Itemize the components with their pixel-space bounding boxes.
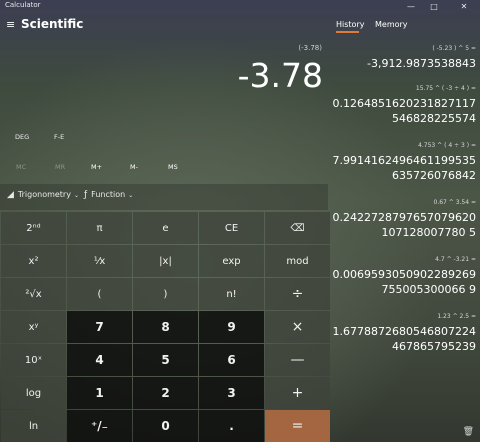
expression-display: (-3.78) [298, 44, 322, 52]
mode-title: Scientific [21, 17, 84, 31]
maximize-button[interactable]: □ [423, 0, 445, 14]
clear-entry-button[interactable]: CE [199, 212, 264, 244]
history-item[interactable]: 4.753 ^ ( 4 ÷ 3 ) = 7.991416249646119953… [326, 142, 476, 183]
tab-history[interactable]: History [336, 20, 364, 29]
history-item[interactable]: ( -5.23 ) ^ 5 = -3,912.9873538843 [326, 45, 476, 71]
absolute-value-button[interactable]: |x| [133, 245, 198, 277]
reciprocal-button[interactable]: ¹⁄x [67, 245, 132, 277]
tab-memory[interactable]: Memory [375, 20, 408, 29]
chevron-down-icon: ⌄ [128, 192, 134, 199]
result-display: -3.78 [237, 56, 323, 95]
second-function-button[interactable]: 2ⁿᵈ [1, 212, 66, 244]
history-item[interactable]: 0.67 ^ 3.54 = 0.242272879765707962010712… [326, 199, 476, 240]
trigonometry-label: Trigonometry [17, 190, 71, 199]
ten-power-button[interactable]: 10ˣ [1, 344, 66, 376]
hamburger-menu-icon[interactable]: ≡ [6, 19, 15, 30]
app-title: Calculator [5, 1, 41, 9]
subtract-button[interactable]: — [265, 344, 330, 376]
add-button[interactable]: + [265, 377, 330, 409]
square-button[interactable]: x² [1, 245, 66, 277]
open-paren-button[interactable]: ( [67, 278, 132, 310]
history-expression: 15.75 ^ ( -3 ÷ 4 ) = [415, 85, 476, 92]
minimize-button[interactable]: — [400, 0, 422, 14]
factorial-button[interactable]: n! [199, 278, 264, 310]
digit-1-button[interactable]: 1 [67, 377, 132, 409]
m-plus-button[interactable]: M+ [91, 163, 102, 171]
divide-button[interactable]: ÷ [265, 278, 330, 310]
history-expression: ( -5.23 ) ^ 5 = [432, 45, 476, 52]
log-button[interactable]: log [1, 377, 66, 409]
history-item[interactable]: 4.7 ^ -3.21 = 0.006959305090228926975500… [326, 256, 476, 297]
digit-9-button[interactable]: 9 [199, 311, 264, 343]
ln-button[interactable]: ln [1, 410, 66, 442]
function-label: Function [91, 190, 126, 199]
m-minus-button[interactable]: M- [130, 163, 138, 171]
exp-button[interactable]: exp [199, 245, 264, 277]
digit-5-button[interactable]: 5 [133, 344, 198, 376]
digit-6-button[interactable]: 6 [199, 344, 264, 376]
digit-2-button[interactable]: 2 [133, 377, 198, 409]
trash-icon[interactable]: 🗑 [463, 427, 474, 437]
history-expression: 4.753 ^ ( 4 ÷ 3 ) = [418, 142, 476, 149]
e-button[interactable]: e [133, 212, 198, 244]
mc-button[interactable]: MC [16, 163, 26, 171]
decimal-button[interactable]: . [199, 410, 264, 442]
history-result: 0.1264851620231827117546828225574 [332, 97, 476, 125]
history-result: 0.0069593050902289269755005300066 9 [332, 268, 476, 296]
history-expression: 1.23 ^ 2.5 = [437, 313, 476, 320]
history-result: 7.9914162496461199535635726076842 [332, 154, 476, 182]
triangle-ruler-icon: ◢ [7, 190, 14, 200]
history-expression: 0.67 ^ 3.54 = [433, 199, 477, 206]
multiply-button[interactable]: × [265, 311, 330, 343]
history-result: 0.2422728797657079620107128007780 5 [332, 211, 476, 239]
active-tab-indicator [336, 31, 359, 33]
history-result: 1.6778872680546807224467865795239 [332, 325, 476, 353]
trigonometry-dropdown[interactable]: ◢ Trigonometry ⌄ [7, 190, 79, 200]
function-toolbar: ◢ Trigonometry ⌄ ƒ Function ⌄ [0, 184, 328, 210]
keypad: 2ⁿᵈ π e CE ⌫ x² ¹⁄x |x| exp mod ²√x ( ) … [1, 212, 330, 442]
fe-button[interactable]: F-E [54, 133, 64, 141]
title-bar: Calculator — □ ✕ [0, 0, 480, 14]
backspace-button[interactable]: ⌫ [265, 212, 330, 244]
close-button[interactable]: ✕ [453, 0, 475, 14]
ms-button[interactable]: MS [168, 163, 178, 171]
chevron-down-icon: ⌄ [73, 192, 79, 199]
function-icon: ƒ [84, 190, 88, 200]
function-dropdown[interactable]: ƒ Function ⌄ [84, 190, 133, 200]
digit-3-button[interactable]: 3 [199, 377, 264, 409]
mod-button[interactable]: mod [265, 245, 330, 277]
digit-8-button[interactable]: 8 [133, 311, 198, 343]
mr-button[interactable]: MR [55, 163, 65, 171]
history-item[interactable]: 1.23 ^ 2.5 = 1.6778872680546807224467865… [326, 313, 476, 354]
deg-button[interactable]: DEG [15, 133, 29, 141]
digit-0-button[interactable]: 0 [133, 410, 198, 442]
equals-button[interactable]: = [265, 410, 330, 442]
digit-4-button[interactable]: 4 [67, 344, 132, 376]
power-button[interactable]: xʸ [1, 311, 66, 343]
square-root-button[interactable]: ²√x [1, 278, 66, 310]
digit-7-button[interactable]: 7 [67, 311, 132, 343]
history-item[interactable]: 15.75 ^ ( -3 ÷ 4 ) = 0.12648516202318271… [326, 85, 476, 126]
close-paren-button[interactable]: ) [133, 278, 198, 310]
pi-button[interactable]: π [67, 212, 132, 244]
history-result: -3,912.9873538843 [367, 57, 476, 70]
history-expression: 4.7 ^ -3.21 = [435, 256, 476, 263]
negate-button[interactable]: ⁺/₋ [67, 410, 132, 442]
